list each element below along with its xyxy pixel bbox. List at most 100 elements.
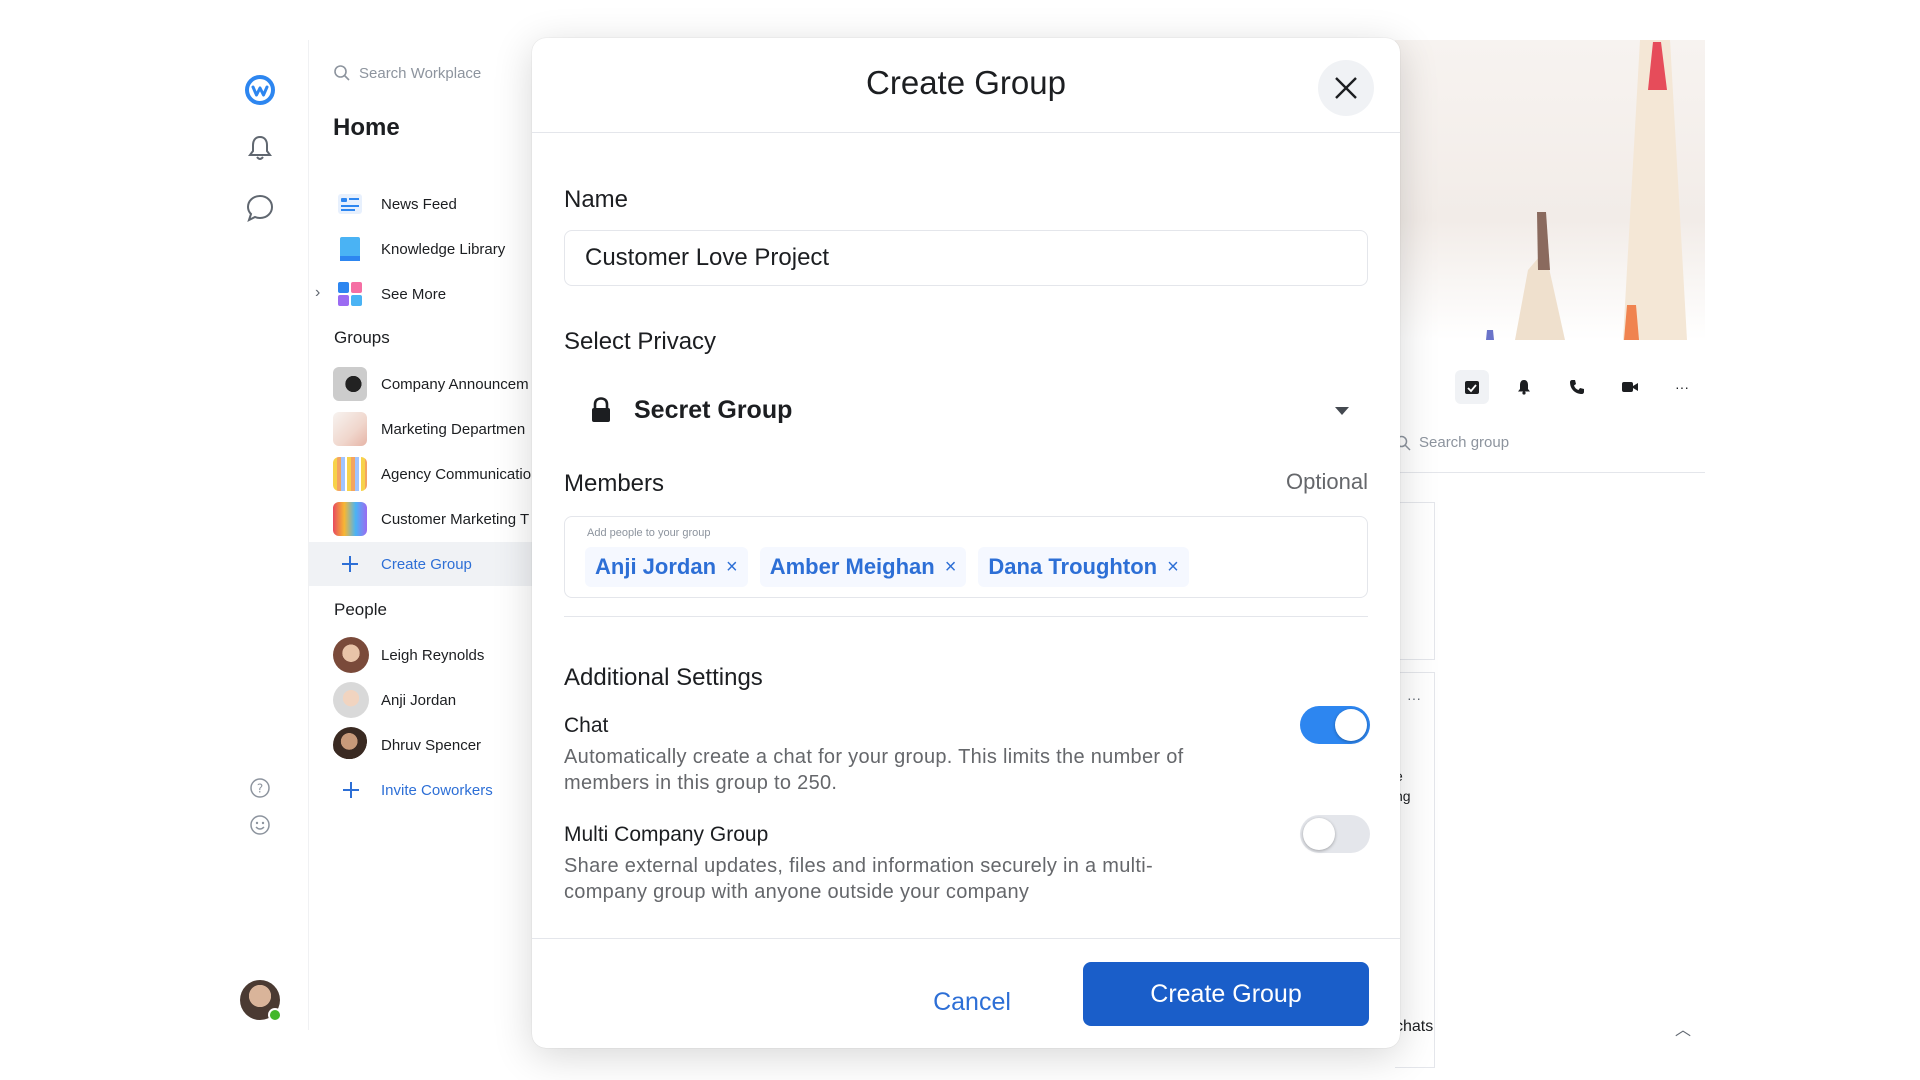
group-background-panel: ··· Search group ··· e ng [1395,40,1705,1068]
chat-setting-title: Chat [564,714,609,737]
additional-settings-title: Additional Settings [564,664,763,691]
dialog-title: Create Group [866,64,1066,101]
groups-section-title: Groups [334,328,390,347]
multi-company-toggle[interactable] [1300,815,1370,853]
toggle-knob [1335,709,1367,741]
members-hint: Add people to your group [587,527,711,539]
book-icon [333,232,367,266]
close-button[interactable] [1318,60,1374,116]
phone-icon[interactable] [1560,370,1594,404]
workplace-logo-icon[interactable] [240,70,280,110]
nav-item-label: See More [381,285,447,303]
people-section-title: People [334,600,387,619]
apps-icon [333,277,367,311]
plus-icon [333,772,369,808]
divider [1395,472,1705,473]
plus-icon [333,547,367,581]
dialog-header: Create Group [532,38,1400,133]
person-item[interactable]: Anji Jordan [309,678,534,722]
member-chip: Anji Jordan × [585,547,748,587]
member-name: Dana Troughton [988,554,1158,579]
navigation-panel: Search Workplace Home News Feed Knowledg… [308,40,534,1030]
dropdown-arrow-icon [1335,407,1349,415]
create-group-dialog: Create Group Name Select Privacy Secret … [532,38,1400,1048]
avatar [333,727,369,763]
privacy-value: Secret Group [634,395,793,424]
invite-coworkers-item[interactable]: Invite Coworkers [309,768,534,812]
members-label: Members [564,470,665,497]
bell-icon[interactable] [240,128,280,168]
group-item[interactable]: Agency Communicatio [309,452,534,496]
help-icon[interactable]: ? [240,768,280,808]
group-item[interactable]: Customer Marketing T [309,497,534,541]
group-search[interactable]: Search group [1395,434,1509,451]
left-rail: ? [240,40,310,1030]
create-group-button[interactable]: Create Group [1083,962,1369,1026]
invite-label: Invite Coworkers [381,781,493,799]
person-label: Leigh Reynolds [381,646,485,664]
feed-card [1395,672,1435,1068]
avatar [333,682,369,718]
close-icon [1335,77,1357,99]
member-name: Amber Meighan [769,554,935,579]
privacy-select[interactable]: Secret Group [564,380,1368,440]
home-title: Home [333,114,400,141]
members-input[interactable]: Add people to your group Anji Jordan × A… [564,516,1368,598]
group-cover-photo [1395,40,1705,340]
nav-item-label: Knowledge Library [381,240,506,258]
calendar-check-icon[interactable] [1455,370,1489,404]
chat-toggle[interactable] [1300,706,1370,744]
person-item[interactable]: Dhruv Spencer [309,723,534,767]
video-camera-icon[interactable] [1613,370,1647,404]
group-item[interactable]: Marketing Departmen [309,407,534,451]
nav-item-see-more[interactable]: › See More [309,272,534,316]
nav-item-news-feed[interactable]: News Feed [309,182,534,226]
person-label: Dhruv Spencer [381,736,482,754]
group-avatar [333,412,367,446]
person-item[interactable]: Leigh Reynolds [309,633,534,677]
remove-member-icon[interactable]: × [726,556,738,579]
lock-icon [592,397,610,422]
feed-card [1395,502,1435,660]
search-placeholder: Search Workplace [359,64,482,82]
news-feed-icon [333,187,367,221]
group-search-placeholder: Search group [1419,434,1510,451]
chats-label: chats [1395,1018,1434,1035]
create-group-label: Create Group [381,555,472,573]
nav-item-label: News Feed [381,195,457,213]
member-name: Anji Jordan [595,554,717,579]
create-group-item[interactable]: Create Group [309,542,534,586]
group-item[interactable]: Company Announcem [309,362,534,406]
remove-member-icon[interactable]: × [1167,556,1179,579]
member-chip: Amber Meighan × [759,547,967,587]
bell-icon[interactable] [1507,370,1541,404]
user-avatar[interactable] [240,980,282,1022]
group-avatar [333,367,367,401]
chevron-right-icon: › [315,284,321,301]
chevron-up-icon[interactable]: ︿ [1675,1016,1691,1040]
privacy-label: Select Privacy [564,328,717,355]
chat-setting-description: Automatically create a chat for your gro… [564,746,1184,794]
cancel-button[interactable]: Cancel [912,974,1032,1030]
group-label: Agency Communicatio [381,465,532,483]
multi-company-setting-description: Share external updates, files and inform… [564,855,1153,903]
group-label: Marketing Departmen [381,420,526,438]
chats-bar[interactable]: chats ︿ [1395,1018,1705,1048]
card-more-icon[interactable]: ··· [1407,690,1421,706]
group-label: Customer Marketing T [381,510,530,528]
search-icon [334,65,350,81]
group-name-input[interactable] [564,230,1368,286]
group-avatar [333,502,367,536]
members-optional-label: Optional [1286,469,1368,494]
svg-text:?: ? [257,782,263,796]
member-chip: Dana Troughton × [978,547,1189,587]
dialog-footer-divider [532,938,1400,939]
chat-bubble-icon[interactable] [240,188,280,228]
remove-member-icon[interactable]: × [945,556,957,579]
online-status-dot [268,1008,282,1022]
more-options-icon[interactable]: ··· [1665,370,1699,404]
name-label: Name [564,186,629,213]
nav-item-knowledge-library[interactable]: Knowledge Library [309,227,534,271]
workplace-search[interactable]: Search Workplace [333,64,481,82]
smiley-icon[interactable] [240,805,280,845]
